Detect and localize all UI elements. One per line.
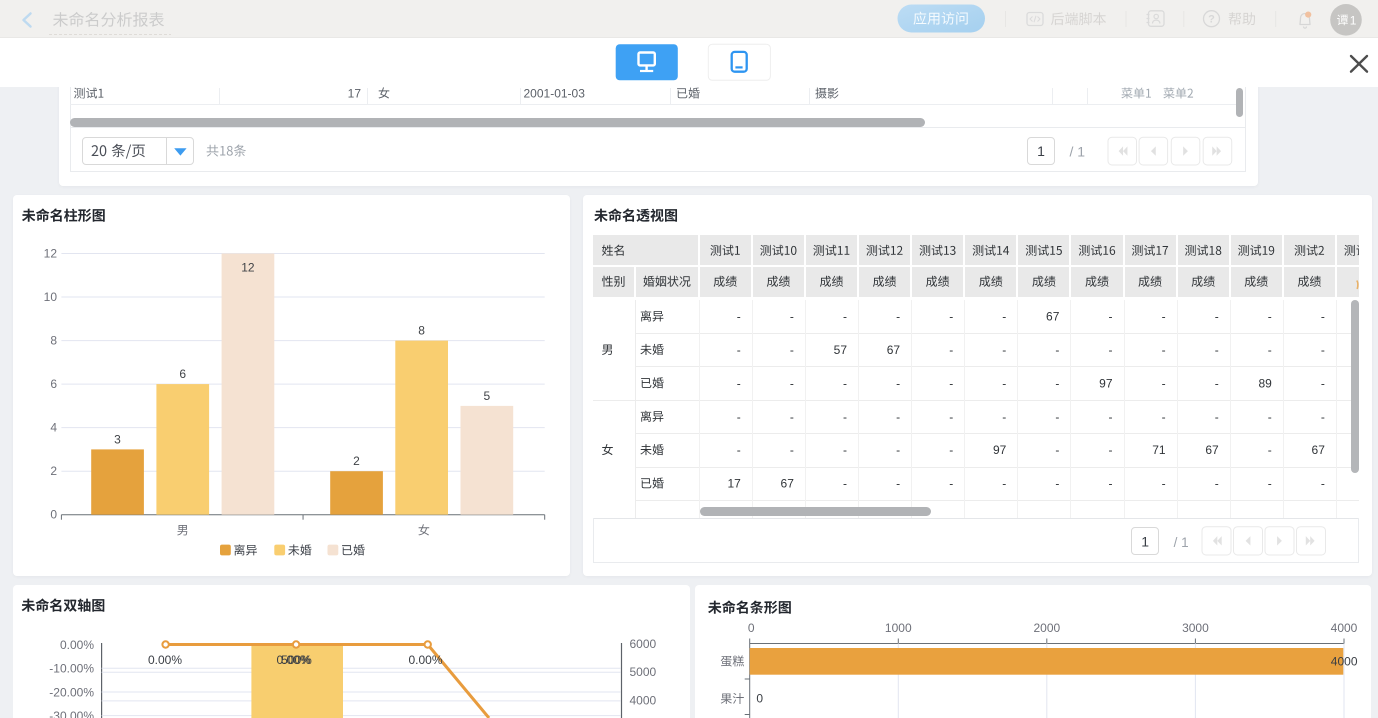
svg-text:1: 1 — [1350, 13, 1357, 27]
svg-text:?: ? — [1208, 14, 1215, 26]
